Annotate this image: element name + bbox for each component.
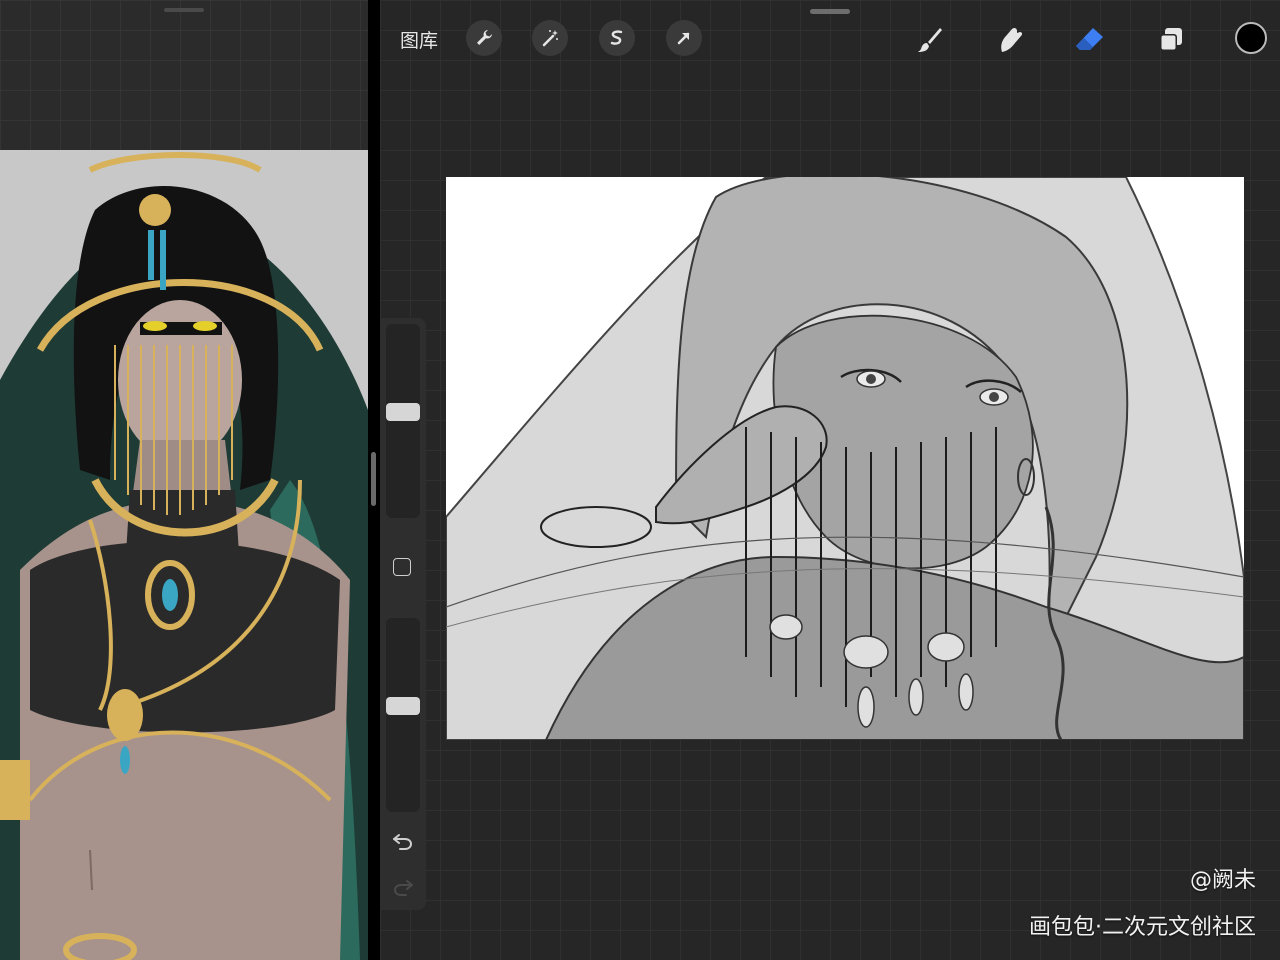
watermark-site: 画包包·二次元文创社区 — [1029, 915, 1256, 940]
brush-size-thumb[interactable] — [386, 403, 420, 421]
multitask-grabber[interactable] — [164, 8, 204, 12]
actions-button[interactable] — [466, 20, 502, 56]
brush-icon — [918, 28, 942, 52]
selection-icon — [610, 30, 623, 45]
reference-illustration — [0, 150, 368, 960]
smudge-icon — [1001, 27, 1023, 52]
adjustments-button[interactable] — [532, 20, 568, 56]
eraser-button[interactable] — [1070, 20, 1110, 60]
toolbar: 图库 — [380, 14, 1280, 66]
color-button[interactable] — [1235, 22, 1267, 54]
redo-icon[interactable] — [391, 875, 415, 899]
eraser-icon — [1076, 28, 1103, 50]
smudge-button[interactable] — [990, 20, 1030, 60]
drawing-canvas[interactable] — [446, 177, 1244, 740]
watermark-author: @阙未 — [1189, 868, 1256, 893]
drawing-app: 图库 @阙未 画包包·二次元文创社区 — [380, 0, 1280, 960]
selection-button[interactable] — [599, 20, 635, 56]
wrench-icon — [477, 30, 492, 45]
opacity-slider[interactable] — [386, 618, 420, 812]
opacity-thumb[interactable] — [386, 697, 420, 715]
split-view-handle[interactable] — [371, 452, 376, 506]
magic-wand-icon — [542, 30, 558, 47]
layers-button[interactable] — [1151, 20, 1191, 60]
undo-icon[interactable] — [391, 829, 415, 853]
gallery-button[interactable]: 图库 — [400, 26, 438, 53]
layers-icon — [1160, 28, 1182, 51]
brush-button[interactable] — [910, 20, 950, 60]
transform-button[interactable] — [666, 20, 702, 56]
transform-arrow-icon — [677, 32, 690, 45]
reference-pane — [0, 0, 368, 960]
modify-square-icon[interactable] — [393, 558, 411, 576]
brush-sidebar — [380, 318, 426, 910]
brush-size-slider[interactable] — [386, 324, 420, 518]
sketch-artwork — [446, 177, 1244, 740]
